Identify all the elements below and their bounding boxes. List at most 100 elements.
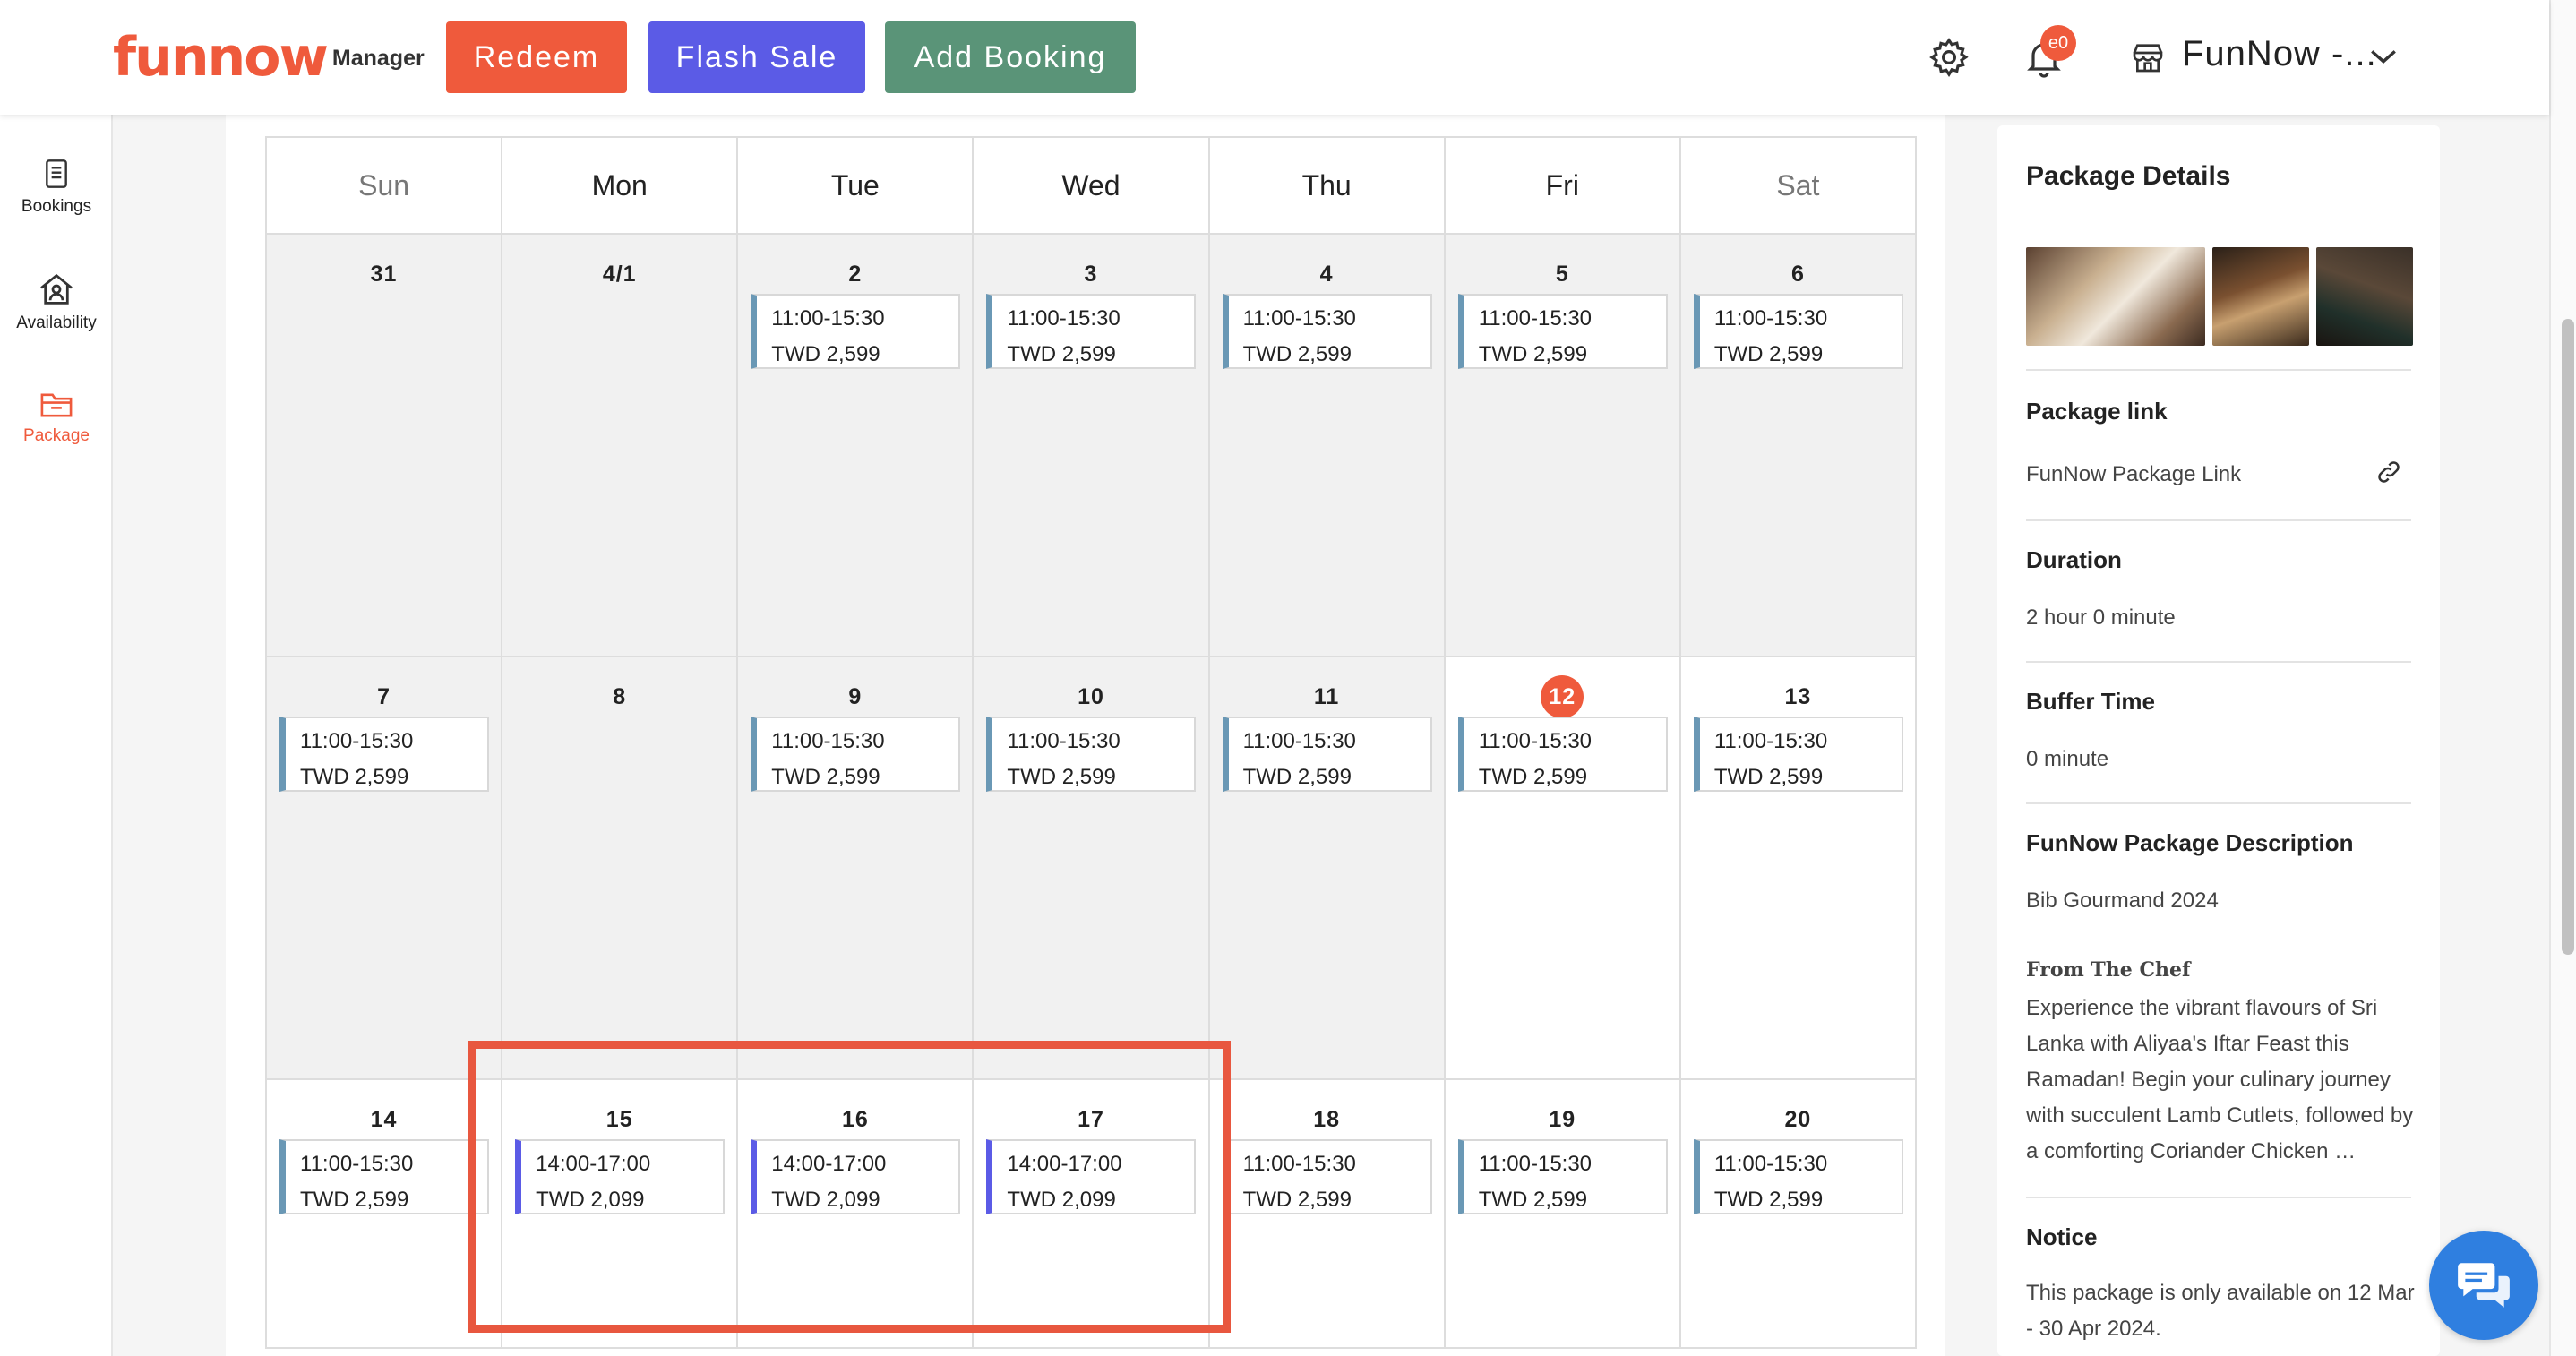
weekday-sat: Sat (1680, 138, 1917, 235)
store-selector[interactable]: FunNow -... (2182, 34, 2377, 74)
slot-time: 11:00-15:30 (1242, 1152, 1356, 1176)
slot-time: 11:00-15:30 (1242, 729, 1356, 753)
buffer-time-label: Buffer Time (2026, 688, 2155, 715)
slot-time: 11:00-15:30 (771, 306, 885, 330)
today-badge: 12 (1541, 675, 1584, 718)
divider (2026, 802, 2411, 804)
calendar-day-cell[interactable]: 11 11:00-15:30 TWD 2,599 (1209, 657, 1446, 1080)
calendar-week: 7 11:00-15:30 TWD 2,599 8 9 11:00-15:30 TW… (267, 657, 1917, 1080)
notice-label: Notice (2026, 1223, 2098, 1250)
package-photo[interactable] (2212, 247, 2309, 346)
slot-price: TWD 2,599 (771, 765, 880, 789)
sidebar-item-package[interactable]: Package (0, 389, 113, 446)
calendar-day-cell[interactable]: 31 (267, 235, 503, 657)
calendar-day-cell[interactable]: 4 11:00-15:30 TWD 2,599 (1209, 235, 1446, 657)
funnow-logo[interactable]: funnow Manager (113, 27, 425, 84)
time-slot[interactable]: 11:00-15:30 TWD 2,599 (1222, 1139, 1432, 1214)
gear-icon[interactable] (1928, 36, 1971, 79)
day-number: 14 (370, 1107, 398, 1132)
slot-price: TWD 2,599 (1242, 765, 1352, 789)
logo-subtitle: Manager (331, 46, 425, 71)
calendar-day-cell[interactable]: 2 11:00-15:30 TWD 2,599 (738, 235, 975, 657)
weekday-thu: Thu (1209, 138, 1446, 235)
weekday-fri: Fri (1445, 138, 1681, 235)
calendar-day-cell-today[interactable]: 12 11:00-15:30 TWD 2,599 (1445, 657, 1681, 1080)
logo-text: funnow (113, 26, 329, 89)
chat-button[interactable] (2429, 1231, 2538, 1340)
slot-price: TWD 2,599 (300, 1188, 409, 1212)
slot-price: TWD 2,599 (1713, 765, 1824, 789)
day-number: 31 (370, 262, 398, 287)
chevron-down-icon[interactable] (2368, 45, 2399, 68)
time-slot[interactable]: 11:00-15:30 TWD 2,599 (986, 717, 1197, 792)
slot-price: TWD 2,599 (1242, 342, 1352, 366)
scrollbar-thumb[interactable] (2562, 319, 2574, 955)
time-slot[interactable]: 11:00-15:30 TWD 2,599 (279, 717, 489, 792)
slot-time: 11:00-15:30 (1478, 306, 1593, 330)
calendar-day-cell[interactable]: 18 11:00-15:30 TWD 2,599 (1209, 1080, 1446, 1349)
time-slot[interactable]: 11:00-15:30 TWD 2,599 (986, 294, 1197, 369)
slot-price: TWD 2,599 (1242, 1188, 1352, 1212)
calendar-week: 31 4/1 2 11:00-15:30 TWD 2,599 3 11:00-15… (267, 235, 1917, 657)
time-slot[interactable]: 11:00-15:30 TWD 2,599 (1693, 294, 1903, 369)
day-number: 18 (1313, 1107, 1341, 1132)
slot-time: 11:00-15:30 (1007, 306, 1121, 330)
package-link[interactable]: FunNow Package Link (2026, 462, 2241, 487)
calendar-day-cell[interactable]: 3 11:00-15:30 TWD 2,599 (974, 235, 1210, 657)
sidebar-item-label: Package (23, 426, 90, 445)
day-number: 7 (377, 684, 391, 709)
divider (2026, 1197, 2411, 1198)
slot-time: 11:00-15:30 (1242, 306, 1356, 330)
sidebar-item-availability[interactable]: Availability (0, 272, 113, 333)
description-value: Bib Gourmand 2024 (2026, 888, 2219, 913)
slot-time: 11:00-15:30 (1478, 1152, 1593, 1176)
package-photo[interactable] (2316, 247, 2413, 346)
weekday-wed: Wed (974, 138, 1210, 235)
day-number: 19 (1549, 1107, 1576, 1132)
time-slot[interactable]: 11:00-15:30 TWD 2,599 (751, 717, 961, 792)
day-number: 4/1 (602, 262, 637, 287)
calendar-day-cell[interactable]: 19 11:00-15:30 TWD 2,599 (1445, 1080, 1681, 1349)
flash-sale-button[interactable]: Flash Sale (648, 21, 865, 93)
package-photos (2026, 247, 2413, 346)
time-slot[interactable]: 11:00-15:30 TWD 2,599 (751, 294, 961, 369)
sidebar-item-bookings[interactable]: Bookings (0, 158, 113, 217)
calendar-day-cell[interactable]: 10 11:00-15:30 TWD 2,599 (974, 657, 1210, 1080)
calendar-day-cell[interactable]: 8 (502, 657, 739, 1080)
redeem-button[interactable]: Redeem (446, 21, 627, 93)
calendar-day-cell[interactable]: 4/1 (502, 235, 739, 657)
chef-description: Experience the vibrant flavours of Sri L… (2026, 996, 2414, 1163)
weekday-header: Sun Mon Tue Wed Thu Fri Sat (267, 138, 1917, 235)
time-slot[interactable]: 11:00-15:30 TWD 2,599 (1457, 294, 1668, 369)
divider (2026, 369, 2411, 371)
calendar-day-cell[interactable]: 20 11:00-15:30 TWD 2,599 (1680, 1080, 1917, 1349)
time-slot[interactable]: 11:00-15:30 TWD 2,599 (1693, 1139, 1903, 1214)
duration-value: 2 hour 0 minute (2026, 605, 2176, 630)
chef-heading: From The Chef (2026, 958, 2191, 982)
time-slot[interactable]: 11:00-15:30 TWD 2,599 (1693, 717, 1903, 792)
slot-price: TWD 2,599 (1478, 342, 1588, 366)
calendar-day-cell[interactable]: 9 11:00-15:30 TWD 2,599 (738, 657, 975, 1080)
calendar-day-cell[interactable]: 5 11:00-15:30 TWD 2,599 (1445, 235, 1681, 657)
buffer-time-value: 0 minute (2026, 747, 2109, 771)
time-slot[interactable]: 11:00-15:30 TWD 2,599 (279, 1139, 489, 1214)
calendar-day-cell[interactable]: 7 11:00-15:30 TWD 2,599 (267, 657, 503, 1080)
package-photo[interactable] (2026, 247, 2205, 346)
availability-icon (40, 273, 73, 305)
time-slot[interactable]: 11:00-15:30 TWD 2,599 (1222, 294, 1432, 369)
time-slot[interactable]: 11:00-15:30 TWD 2,599 (1222, 717, 1432, 792)
add-booking-button[interactable]: Add Booking (885, 21, 1136, 93)
day-number: 9 (848, 684, 863, 709)
bookings-icon (46, 159, 67, 188)
notification-badge: e0 (2040, 25, 2076, 61)
top-header: funnow Manager Redeem Flash Sale Add Boo… (0, 0, 2549, 115)
time-slot[interactable]: 11:00-15:30 TWD 2,599 (1457, 1139, 1668, 1214)
slot-price: TWD 2,599 (771, 342, 880, 366)
slot-price: TWD 2,599 (1007, 342, 1116, 366)
day-number: 13 (1784, 684, 1812, 709)
link-icon[interactable] (2375, 459, 2402, 485)
highlight-box (468, 1041, 1231, 1333)
time-slot[interactable]: 11:00-15:30 TWD 2,599 (1457, 717, 1668, 792)
calendar-day-cell[interactable]: 13 11:00-15:30 TWD 2,599 (1680, 657, 1917, 1080)
calendar-day-cell[interactable]: 6 11:00-15:30 TWD 2,599 (1680, 235, 1917, 657)
